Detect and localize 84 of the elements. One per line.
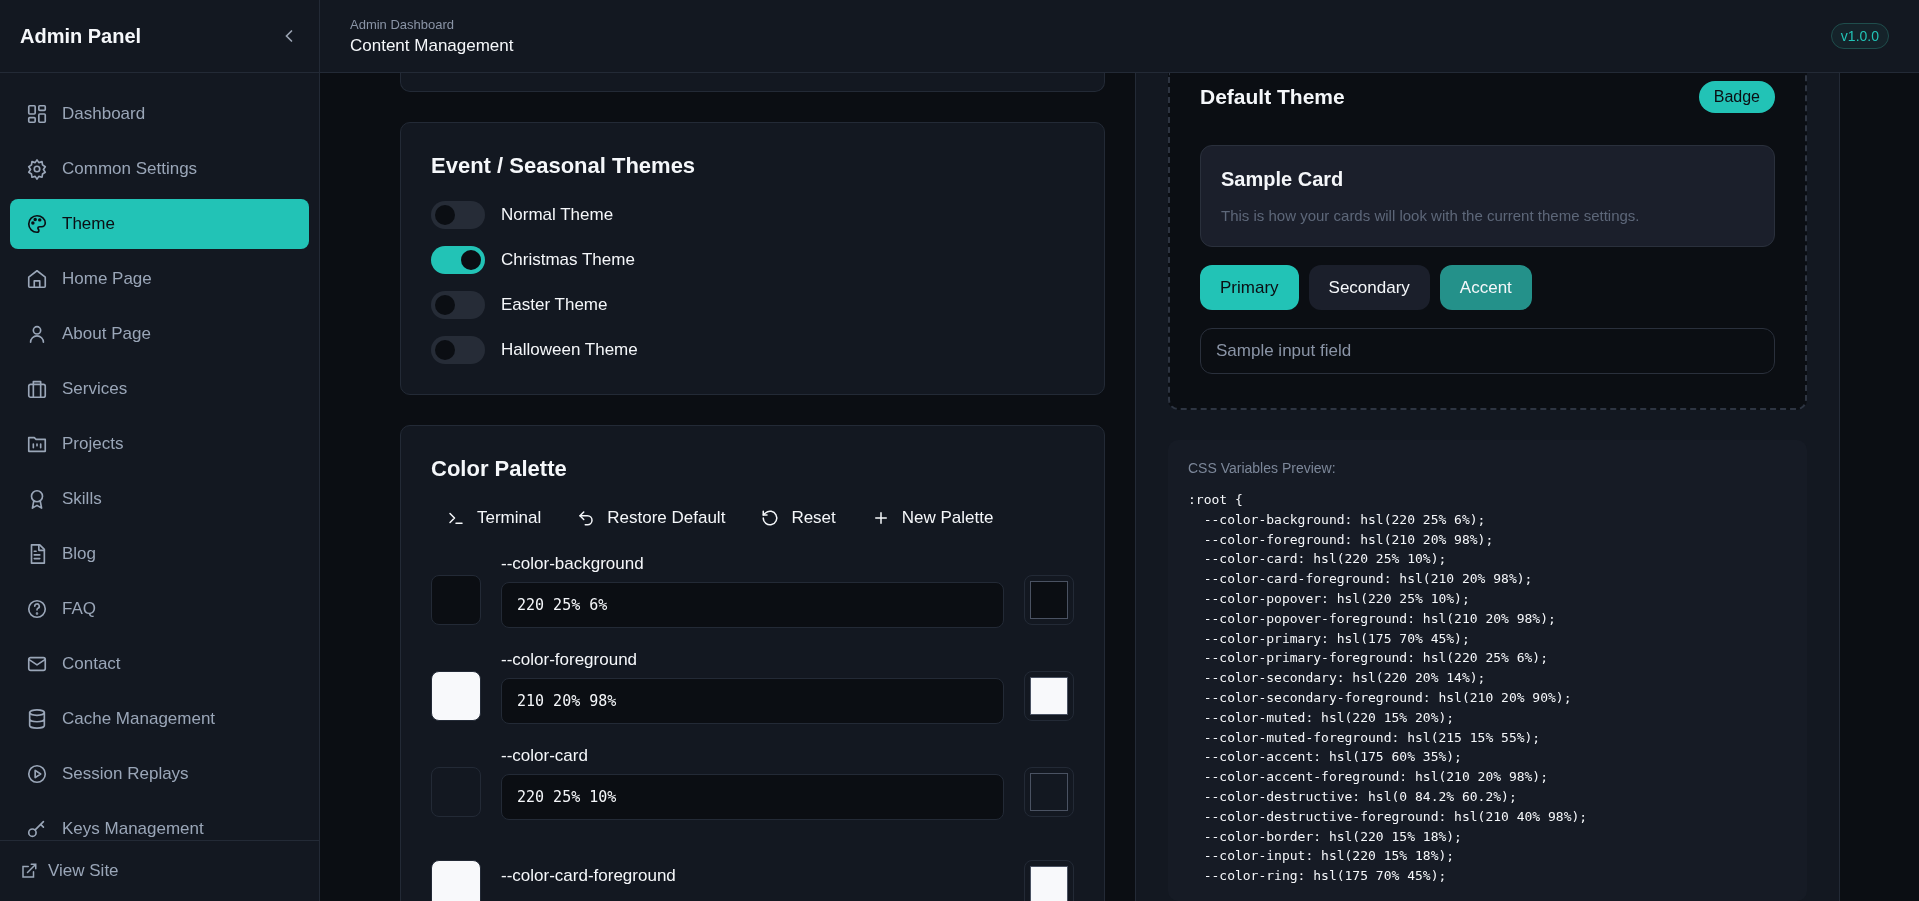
sidebar-item[interactable]: Home Page bbox=[10, 254, 309, 304]
input-field[interactable]: 220 25% 6% bbox=[501, 582, 1004, 628]
input-field[interactable]: 220 25% 10% bbox=[501, 774, 1004, 820]
toggle-label: Normal Theme bbox=[501, 205, 614, 225]
sample-card-title: Sample Card bbox=[1221, 168, 1345, 191]
sidebar-item[interactable]: Session Replays bbox=[10, 749, 309, 799]
toolbar-button[interactable]: New Palette bbox=[865, 504, 1000, 532]
toggle-label: Easter Theme bbox=[501, 295, 608, 315]
code-line: --color-accent-foreground: hsl(210 20% 98%); bbox=[1202, 768, 1550, 787]
badge: Badge bbox=[1698, 81, 1775, 113]
sidebar-item[interactable]: Projects bbox=[10, 419, 309, 469]
color-picker[interactable] bbox=[1024, 767, 1074, 817]
sidebar-item[interactable]: Cache Management bbox=[10, 694, 309, 744]
help-icon bbox=[26, 598, 48, 620]
toggle-switch[interactable] bbox=[431, 336, 485, 364]
toggle-label: Halloween Theme bbox=[501, 340, 638, 360]
reset-icon bbox=[761, 509, 780, 527]
code-line: --color-muted-foreground: hsl(215 15% 55%); bbox=[1202, 728, 1542, 747]
color-name: --color-background bbox=[501, 554, 645, 574]
code-line: --color-primary-foreground: hsl(220 25% 6%); bbox=[1202, 649, 1550, 668]
view-site-link[interactable]: View Site bbox=[20, 861, 119, 881]
sidebar-item[interactable]: Contact bbox=[10, 639, 309, 689]
toolbar-button[interactable]: Restore Default bbox=[571, 504, 732, 532]
code-line: :root { bbox=[1188, 491, 1244, 509]
external-link-icon bbox=[20, 862, 38, 880]
input-field[interactable]: 210 20% 98% bbox=[501, 678, 1004, 724]
version-badge: v1.0.0 bbox=[1830, 23, 1889, 49]
color-name: --color-card-foreground bbox=[501, 866, 677, 886]
code-line: --color-accent: hsl(175 60% 35%); bbox=[1202, 748, 1463, 767]
sidebar-item[interactable]: FAQ bbox=[10, 584, 309, 634]
play-icon bbox=[26, 763, 48, 785]
toggle-switch[interactable] bbox=[431, 201, 485, 229]
code-line: --color-foreground: hsl(210 20% 98%); bbox=[1202, 530, 1495, 549]
undo-icon bbox=[577, 509, 596, 527]
color-picker[interactable] bbox=[1024, 860, 1074, 901]
card-title: Event / Seasonal Themes bbox=[431, 153, 697, 179]
code-line: --color-card: hsl(220 25% 10%); bbox=[1202, 550, 1448, 569]
toolbar-button[interactable]: Terminal bbox=[441, 504, 548, 532]
sample-card-text: This is how your cards will look with the current theme settings. bbox=[1221, 207, 1641, 224]
code-line: --color-secondary: hsl(220 20% 14%); bbox=[1202, 669, 1487, 688]
breadcrumb: Admin Dashboard bbox=[350, 16, 456, 32]
color-picker[interactable] bbox=[1024, 671, 1074, 721]
code-line: --color-border: hsl(220 15% 18%); bbox=[1202, 827, 1463, 846]
database-icon bbox=[26, 708, 48, 730]
sample-input-field[interactable]: Sample input field bbox=[1200, 328, 1775, 374]
sample-button[interactable]: Primary bbox=[1200, 265, 1299, 310]
color-name: --color-foreground bbox=[501, 650, 639, 670]
toggle-switch[interactable] bbox=[431, 246, 485, 274]
toggle-switch[interactable] bbox=[431, 291, 485, 319]
css-preview-label: CSS Variables Preview: bbox=[1188, 460, 1337, 476]
sidebar-item[interactable]: Skills bbox=[10, 474, 309, 524]
palette-icon bbox=[26, 213, 48, 235]
code-line: --color-card-foreground: hsl(210 20% 98%); bbox=[1202, 570, 1534, 589]
sidebar-item[interactable]: Theme bbox=[10, 199, 309, 249]
sidebar-item[interactable]: Services bbox=[10, 364, 309, 414]
toolbar-button[interactable]: Reset bbox=[755, 504, 842, 532]
code-line: --color-muted: hsl(220 15% 20%); bbox=[1202, 708, 1456, 727]
code-line: --color-ring: hsl(175 70% 45%); bbox=[1202, 867, 1448, 886]
toggle-label: Christmas Theme bbox=[501, 250, 635, 270]
code-line: --color-primary: hsl(175 70% 45%); bbox=[1202, 629, 1471, 648]
color-name: --color-card bbox=[501, 746, 589, 766]
sidebar-item[interactable]: Dashboard bbox=[10, 89, 309, 139]
grid-icon bbox=[26, 103, 48, 125]
sidebar-title: Admin Panel bbox=[20, 24, 142, 48]
code-line: --color-input: hsl(220 15% 18%); bbox=[1202, 847, 1456, 866]
code-line: --color-popover-foreground: hsl(210 20% 98%); bbox=[1202, 609, 1557, 628]
sample-button[interactable]: Accent bbox=[1439, 265, 1532, 310]
code-line: --color-destructive-foreground: hsl(210 40% 98%); bbox=[1202, 807, 1589, 826]
sidebar-item[interactable]: Keys Management bbox=[10, 804, 309, 840]
code-line: --color-secondary-foreground: hsl(210 20% 90%); bbox=[1202, 688, 1573, 707]
briefcase-icon bbox=[26, 378, 48, 400]
sidebar-item[interactable]: About Page bbox=[10, 309, 309, 359]
code-line: --color-popover: hsl(220 25% 10%); bbox=[1202, 590, 1471, 608]
code-line: --color-destructive: hsl(0 84.2% 60.2%); bbox=[1202, 787, 1518, 806]
sidebar-item[interactable]: Blog bbox=[10, 529, 309, 579]
preview-title: Default Theme bbox=[1200, 85, 1345, 109]
sidebar-item[interactable]: Common Settings bbox=[10, 144, 309, 194]
card-title: Color Palette bbox=[431, 456, 568, 482]
sample-button[interactable]: Secondary bbox=[1308, 265, 1430, 310]
code-line: --color-background: hsl(220 25% 6%); bbox=[1202, 510, 1487, 529]
home-icon bbox=[26, 268, 48, 290]
page-title: Content Management bbox=[350, 35, 514, 56]
color-picker[interactable] bbox=[1024, 575, 1074, 625]
gear-icon bbox=[26, 158, 48, 180]
